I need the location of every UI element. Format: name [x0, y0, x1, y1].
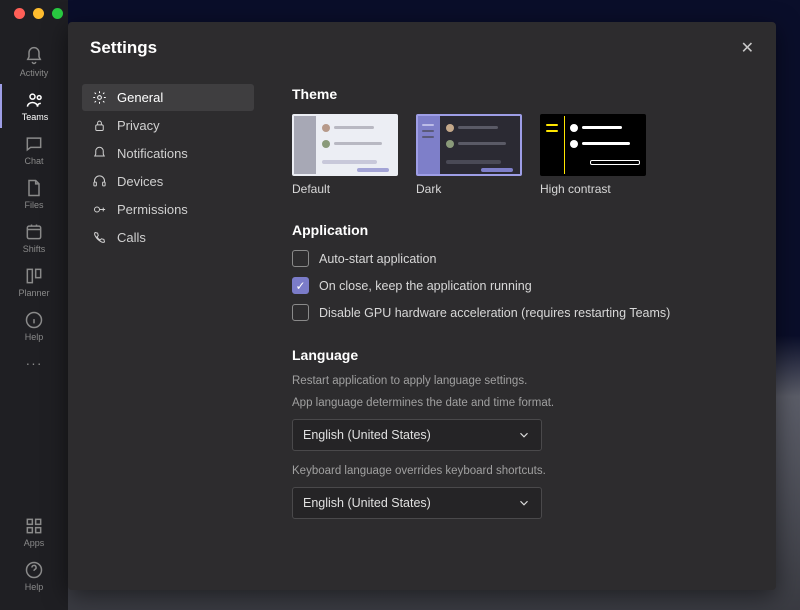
nav-item-permissions[interactable]: Permissions: [82, 196, 254, 223]
theme-preview-high-contrast: [540, 114, 646, 176]
app-language-dropdown[interactable]: English (United States): [292, 419, 542, 451]
minimize-window-button[interactable]: [33, 8, 44, 19]
maximize-window-button[interactable]: [52, 8, 63, 19]
rail-label: Files: [24, 200, 43, 210]
bell-icon: [24, 46, 44, 66]
rail-item-files[interactable]: Files: [0, 172, 68, 216]
theme-label: Default: [292, 182, 398, 196]
theme-option-high-contrast[interactable]: High contrast: [540, 114, 646, 196]
chevron-down-icon: [517, 496, 531, 510]
phone-icon: [92, 230, 107, 245]
checkbox-icon: [292, 304, 309, 321]
nav-label: General: [117, 90, 163, 105]
rail-item-help-pin[interactable]: Help: [0, 304, 68, 348]
nav-item-calls[interactable]: Calls: [82, 224, 254, 251]
theme-options: Default Dark: [292, 114, 748, 196]
nav-label: Calls: [117, 230, 146, 245]
rail-label: Planner: [18, 288, 49, 298]
app-rail: Activity Teams Chat Files Shifts Planner…: [0, 0, 68, 610]
checkbox-autostart[interactable]: Auto-start application: [292, 250, 748, 267]
theme-preview-dark: [416, 114, 522, 176]
app-language-hint: App language determines the date and tim…: [292, 397, 748, 409]
checkbox-label: On close, keep the application running: [319, 279, 532, 293]
settings-nav: General Privacy Notifications Devices Pe…: [68, 22, 268, 590]
rail-label: Help: [25, 582, 44, 592]
rail-label: Help: [25, 332, 44, 342]
checkbox-icon: [292, 250, 309, 267]
rail-label: Activity: [20, 68, 49, 78]
shifts-icon: [24, 222, 44, 242]
info-icon: [24, 310, 44, 330]
rail-item-planner[interactable]: Planner: [0, 260, 68, 304]
window-traffic-lights[interactable]: [14, 8, 63, 19]
rail-label: Shifts: [23, 244, 46, 254]
headset-icon: [92, 174, 107, 189]
rail-item-help[interactable]: Help: [0, 554, 68, 598]
dropdown-value: English (United States): [303, 428, 431, 442]
checkbox-label: Disable GPU hardware acceleration (requi…: [319, 306, 670, 320]
people-icon: [25, 90, 45, 110]
apps-icon: [24, 516, 44, 536]
planner-icon: [24, 266, 44, 286]
nav-item-devices[interactable]: Devices: [82, 168, 254, 195]
permissions-icon: [92, 202, 107, 217]
checkbox-label: Auto-start application: [319, 252, 436, 266]
rail-label: Teams: [22, 112, 49, 122]
nav-item-privacy[interactable]: Privacy: [82, 112, 254, 139]
rail-more-button[interactable]: ···: [26, 348, 43, 378]
dropdown-value: English (United States): [303, 496, 431, 510]
checkbox-keep-running[interactable]: On close, keep the application running: [292, 277, 748, 294]
nav-label: Permissions: [117, 202, 188, 217]
keyboard-language-hint: Keyboard language overrides keyboard sho…: [292, 465, 748, 477]
theme-option-default[interactable]: Default: [292, 114, 398, 196]
nav-item-general[interactable]: General: [82, 84, 254, 111]
gear-icon: [92, 90, 107, 105]
theme-label: Dark: [416, 182, 522, 196]
nav-item-notifications[interactable]: Notifications: [82, 140, 254, 167]
rail-item-apps[interactable]: Apps: [0, 510, 68, 554]
rail-label: Apps: [24, 538, 45, 548]
lock-icon: [92, 118, 107, 133]
rail-item-teams[interactable]: Teams: [0, 84, 68, 128]
close-icon[interactable]: ✕: [741, 38, 754, 58]
section-title-theme: Theme: [292, 86, 748, 102]
files-icon: [24, 178, 44, 198]
section-title-language: Language: [292, 347, 748, 363]
help-icon: [24, 560, 44, 580]
settings-panel: Settings ✕ General Privacy Notifications…: [68, 22, 776, 590]
settings-content: Theme Default: [268, 22, 776, 590]
rail-item-shifts[interactable]: Shifts: [0, 216, 68, 260]
chevron-down-icon: [517, 428, 531, 442]
checkbox-disable-gpu[interactable]: Disable GPU hardware acceleration (requi…: [292, 304, 748, 321]
rail-label: Chat: [24, 156, 43, 166]
section-title-application: Application: [292, 222, 748, 238]
close-window-button[interactable]: [14, 8, 25, 19]
bell-icon: [92, 146, 107, 161]
theme-label: High contrast: [540, 182, 646, 196]
settings-title: Settings: [90, 38, 157, 58]
nav-label: Notifications: [117, 146, 188, 161]
rail-item-chat[interactable]: Chat: [0, 128, 68, 172]
chat-icon: [24, 134, 44, 154]
settings-header: Settings ✕: [68, 22, 776, 74]
nav-label: Devices: [117, 174, 163, 189]
checkbox-icon: [292, 277, 309, 294]
nav-label: Privacy: [117, 118, 160, 133]
theme-preview-default: [292, 114, 398, 176]
keyboard-language-dropdown[interactable]: English (United States): [292, 487, 542, 519]
language-restart-hint: Restart application to apply language se…: [292, 375, 748, 387]
theme-option-dark[interactable]: Dark: [416, 114, 522, 196]
rail-item-activity[interactable]: Activity: [0, 40, 68, 84]
